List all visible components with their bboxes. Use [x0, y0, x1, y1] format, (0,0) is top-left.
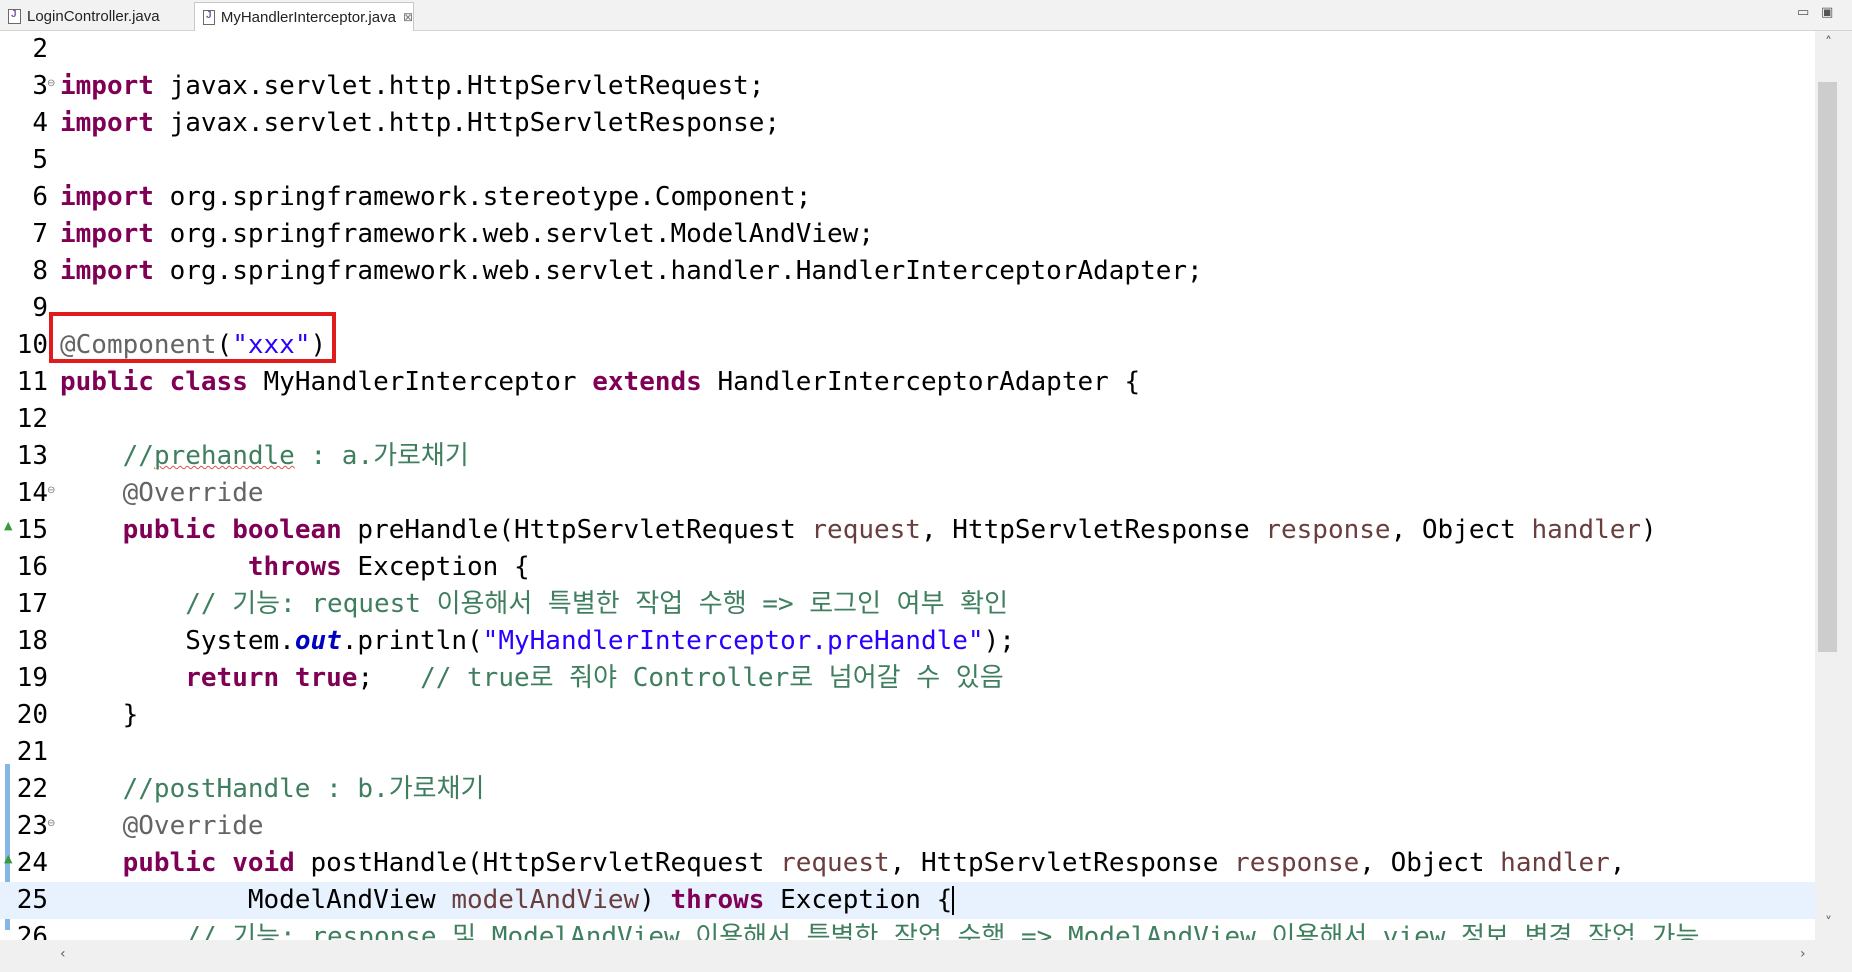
code-line[interactable]: 2 — [0, 31, 1815, 68]
code-line[interactable]: 24 ▲ public void postHandle(HttpServletRe… — [0, 845, 1815, 882]
line-number: 23 — [16, 811, 48, 841]
line-number: 22 — [16, 774, 48, 804]
fold-toggle-icon[interactable]: ⊖ — [47, 486, 55, 496]
code-line[interactable]: 6 import org.springframework.stereotype.C… — [0, 179, 1815, 216]
code-text: import org.springframework.web.servlet.M… — [60, 219, 874, 249]
code-text: import org.springframework.web.servlet.h… — [60, 256, 1203, 286]
java-file-icon — [8, 9, 21, 24]
code-line[interactable]: 11 public class MyHandlerInterceptor exte… — [0, 364, 1815, 401]
code-line[interactable]: 4 import javax.servlet.http.HttpServletRe… — [0, 105, 1815, 142]
annotation-highlight-box — [49, 312, 336, 363]
close-icon[interactable]: ⊠ — [403, 10, 413, 24]
code-line[interactable]: 20 } — [0, 697, 1815, 734]
fold-toggle-icon[interactable]: ⊖ — [47, 79, 55, 89]
code-line[interactable]: 21 — [0, 734, 1815, 771]
code-text: //postHandle : b.가로채기 — [122, 774, 485, 804]
fold-toggle-icon[interactable]: ⊖ — [47, 819, 55, 829]
scroll-up-icon[interactable]: ˄ — [1825, 35, 1832, 51]
line-number: 2 — [32, 34, 48, 64]
code-text: //prehandle : a.가로채기 — [122, 441, 469, 471]
override-marker-icon[interactable]: ▲ — [4, 520, 12, 531]
line-number: 19 — [16, 663, 48, 693]
code-text: public void postHandle(HttpServletReques… — [122, 848, 1626, 878]
line-number: 11 — [16, 367, 48, 397]
code-text: return true; // true로 줘야 Controller로 넘어갈… — [185, 663, 1004, 693]
code-text: @Override — [122, 478, 264, 508]
code-text: public class MyHandlerInterceptor extend… — [60, 367, 1141, 397]
line-number: 7 — [32, 219, 48, 249]
code-line[interactable]: 19 return true; // true로 줘야 Controller로 … — [0, 660, 1815, 697]
tab-logincontroller[interactable]: LoginController.java — [0, 2, 190, 31]
scroll-left-icon[interactable]: ‹ — [60, 946, 66, 962]
line-number: 6 — [32, 182, 48, 212]
code-line[interactable]: 23 ⊖ @Override — [0, 808, 1815, 845]
line-number: 13 — [16, 441, 48, 471]
code-line[interactable]: 8 import org.springframework.web.servlet.… — [0, 253, 1815, 290]
line-number: 4 — [32, 108, 48, 138]
code-line[interactable]: 22 //postHandle : b.가로채기 — [0, 771, 1815, 808]
scroll-right-icon[interactable]: › — [1800, 946, 1806, 962]
code-line[interactable]: 25 ModelAndView modelAndView) throws Exc… — [0, 882, 1815, 919]
line-number: 12 — [16, 404, 48, 434]
code-text: import javax.servlet.http.HttpServletReq… — [60, 71, 765, 101]
code-text: // 기능: request 이용해서 특별한 작업 수행 => 로그인 여부 … — [185, 589, 1009, 619]
vertical-scroll-thumb[interactable] — [1818, 82, 1837, 652]
line-number: 18 — [16, 626, 48, 656]
code-text: public boolean preHandle(HttpServletRequ… — [122, 515, 1657, 545]
text-caret — [952, 886, 955, 915]
line-number: 10 — [16, 330, 48, 360]
editor-tab-bar: LoginController.java MyHandlerIntercepto… — [0, 0, 1852, 31]
code-text: System.out.println("MyHandlerInterceptor… — [60, 626, 1015, 656]
code-text: ModelAndView modelAndView) throws Except… — [60, 885, 955, 915]
scroll-down-icon[interactable]: ˅ — [1825, 915, 1832, 931]
line-number: 14 — [16, 478, 48, 508]
line-number: 9 — [32, 293, 48, 323]
code-text: import org.springframework.stereotype.Co… — [60, 182, 812, 212]
restore-icon[interactable]: ▣ — [1821, 5, 1833, 20]
line-number: 3 — [32, 71, 48, 101]
code-line[interactable]: 16 throws Exception { — [0, 549, 1815, 586]
line-number: 21 — [16, 737, 48, 767]
code-line[interactable]: 3 ⊖ import javax.servlet.http.HttpServletR… — [0, 68, 1815, 105]
horizontal-scrollbar[interactable]: ‹ › — [0, 940, 1852, 972]
code-line[interactable]: 15 ▲ public boolean preHandle(HttpServlet… — [0, 512, 1815, 549]
code-line[interactable]: 14 ⊖ @Override — [0, 475, 1815, 512]
tab-myhandlerinterceptor[interactable]: MyHandlerInterceptor.java ⊠ — [194, 2, 414, 31]
code-editor[interactable]: 2 3 ⊖ import javax.servlet.http.HttpServlet… — [0, 31, 1852, 940]
code-line[interactable]: 26 // 기능: response 및 ModelAndView 이용해서 특… — [0, 919, 1815, 940]
tab-label: LoginController.java — [27, 8, 160, 25]
line-number: 8 — [32, 256, 48, 286]
code-text: throws Exception { — [247, 552, 530, 582]
line-number: 16 — [16, 552, 48, 582]
line-number: 5 — [32, 145, 48, 175]
minimize-icon[interactable]: ▭ — [1797, 5, 1809, 20]
code-line[interactable]: 5 — [0, 142, 1815, 179]
line-number: 26 — [16, 922, 48, 940]
line-number: 17 — [16, 589, 48, 619]
code-text: } — [60, 700, 139, 730]
code-line[interactable]: 12 — [0, 401, 1815, 438]
code-line[interactable]: 18 System.out.println("MyHandlerIntercep… — [0, 623, 1815, 660]
code-text: // 기능: response 및 ModelAndView 이용해서 특별한 … — [185, 922, 1700, 940]
code-text: import javax.servlet.http.HttpServletRes… — [60, 108, 781, 138]
java-file-icon — [203, 9, 215, 25]
line-number: 25 — [16, 885, 48, 915]
override-marker-icon[interactable]: ▲ — [4, 853, 12, 864]
line-number: 20 — [16, 700, 48, 730]
code-line[interactable]: 17 // 기능: request 이용해서 특별한 작업 수행 => 로그인 … — [0, 586, 1815, 623]
code-line[interactable]: 13 //prehandle : a.가로채기 — [0, 438, 1815, 475]
code-line[interactable]: 7 import org.springframework.web.servlet.… — [0, 216, 1815, 253]
tab-label: MyHandlerInterceptor.java — [220, 8, 396, 26]
code-text: @Override — [122, 811, 264, 841]
